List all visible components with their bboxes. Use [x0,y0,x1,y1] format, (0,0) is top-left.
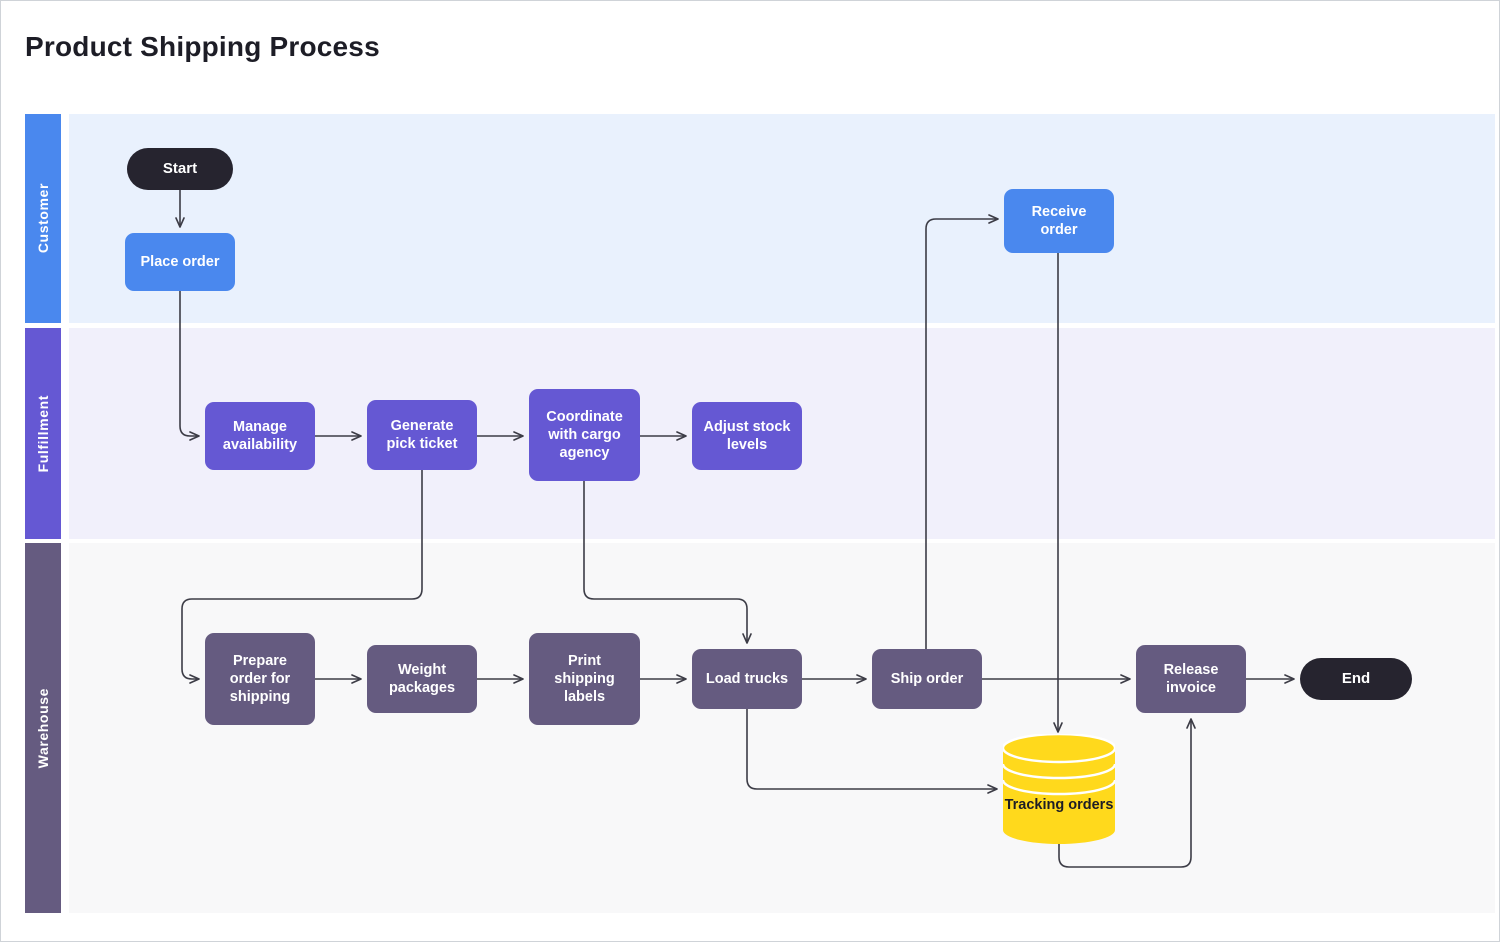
node-coordinate-cargo[interactable]: Coordinate with cargo agency [529,389,640,481]
node-coordinate-cargo-label: Coordinate with cargo agency [546,408,623,462]
node-ship-order[interactable]: Ship order [872,649,982,709]
node-receive-order[interactable]: Receive order [1004,189,1114,253]
node-manage-availability[interactable]: Manage availability [205,402,315,470]
swimlane-fulfillment-label: Fulfillment [35,394,51,473]
node-load-trucks-label: Load trucks [705,670,789,687]
node-release-invoice-label: Release invoice [1163,661,1219,696]
node-adjust-stock[interactable]: Adjust stock levels [692,402,802,470]
node-receive-order-label: Receive order [1031,203,1087,238]
node-prepare-order-label: Prepare order for shipping [229,652,291,706]
swimlane-warehouse-body [69,543,1495,913]
node-generate-pick-ticket[interactable]: Generate pick ticket [367,400,477,470]
swimlane-customer-header: Customer [25,114,61,323]
diagram-canvas: Product Shipping Process Customer Fulfil… [0,0,1500,942]
database-cylinder-icon [1001,732,1117,844]
node-weight-packages[interactable]: Weight packages [367,645,477,713]
node-print-labels-label: Print shipping labels [554,652,615,706]
node-adjust-stock-label: Adjust stock levels [703,418,791,453]
node-end[interactable]: End [1300,658,1412,700]
node-weight-packages-label: Weight packages [388,661,456,696]
node-start[interactable]: Start [127,148,233,190]
node-place-order-label: Place order [140,253,220,270]
node-generate-pick-ticket-label: Generate pick ticket [386,417,458,452]
swimlane-warehouse: Warehouse [25,543,1495,913]
node-prepare-order[interactable]: Prepare order for shipping [205,633,315,725]
node-tracking-orders[interactable]: Tracking orders [1001,732,1117,844]
node-ship-order-label: Ship order [890,670,964,687]
swimlane-customer-body [69,114,1495,323]
node-tracking-orders-label: Tracking orders [1004,797,1114,813]
node-start-label: Start [162,159,198,177]
node-manage-availability-label: Manage availability [222,418,298,453]
swimlane-warehouse-header: Warehouse [25,543,61,913]
node-release-invoice[interactable]: Release invoice [1136,645,1246,713]
swimlane-customer-label: Customer [35,183,51,254]
node-end-label: End [1341,669,1371,687]
swimlane-customer: Customer [25,114,1495,323]
node-print-labels[interactable]: Print shipping labels [529,633,640,725]
page-title: Product Shipping Process [25,31,380,62]
node-place-order[interactable]: Place order [125,233,235,291]
swimlane-fulfillment-header: Fulfillment [25,328,61,539]
swimlane-warehouse-label: Warehouse [35,687,51,769]
node-load-trucks[interactable]: Load trucks [692,649,802,709]
